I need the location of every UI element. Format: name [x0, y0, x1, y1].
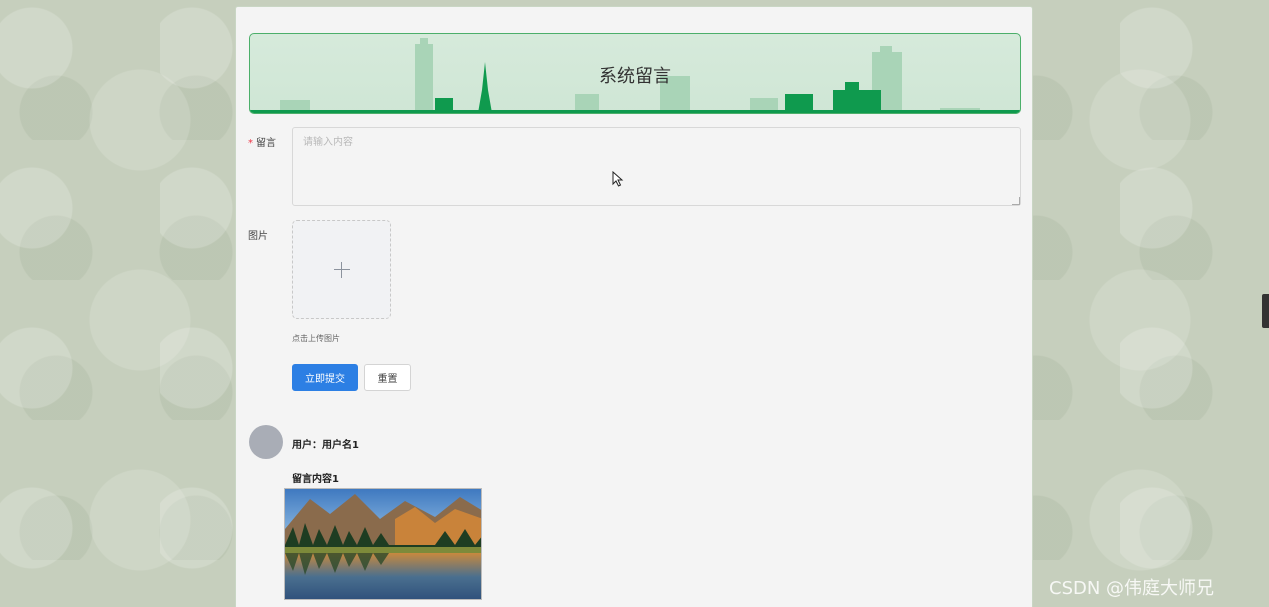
submit-button[interactable]: 立即提交 — [292, 364, 358, 391]
message-textarea[interactable] — [292, 127, 1021, 206]
comment-image — [284, 488, 482, 600]
reset-button[interactable]: 重置 — [364, 364, 411, 391]
required-mark: * — [248, 138, 253, 149]
side-tab[interactable] — [1262, 294, 1269, 328]
comment-content: 留言内容1 — [292, 474, 339, 485]
watermark: CSDN @伟庭大师兄 — [1049, 578, 1215, 599]
textarea-resize-handle[interactable] — [1012, 197, 1020, 205]
comment-user: 用户：用户名1 — [292, 440, 359, 451]
banner-title: 系统留言 — [599, 66, 671, 87]
message-label: * 留言 — [248, 134, 276, 149]
mouse-pointer-icon — [612, 171, 624, 187]
image-upload-box[interactable] — [292, 220, 391, 319]
plus-icon — [333, 261, 350, 278]
image-label: 图片 — [248, 231, 268, 242]
landscape-photo — [285, 489, 481, 599]
upload-hint: 点击上传图片 — [292, 334, 340, 343]
avatar — [249, 425, 283, 459]
message-label-text: 留言 — [256, 138, 276, 149]
banner: 系统留言 — [249, 33, 1021, 114]
message-board-card: 系统留言 *留言 图片 点击上传图片 立即提交 重置 用户：用户名1 留言内容1 — [235, 6, 1033, 607]
